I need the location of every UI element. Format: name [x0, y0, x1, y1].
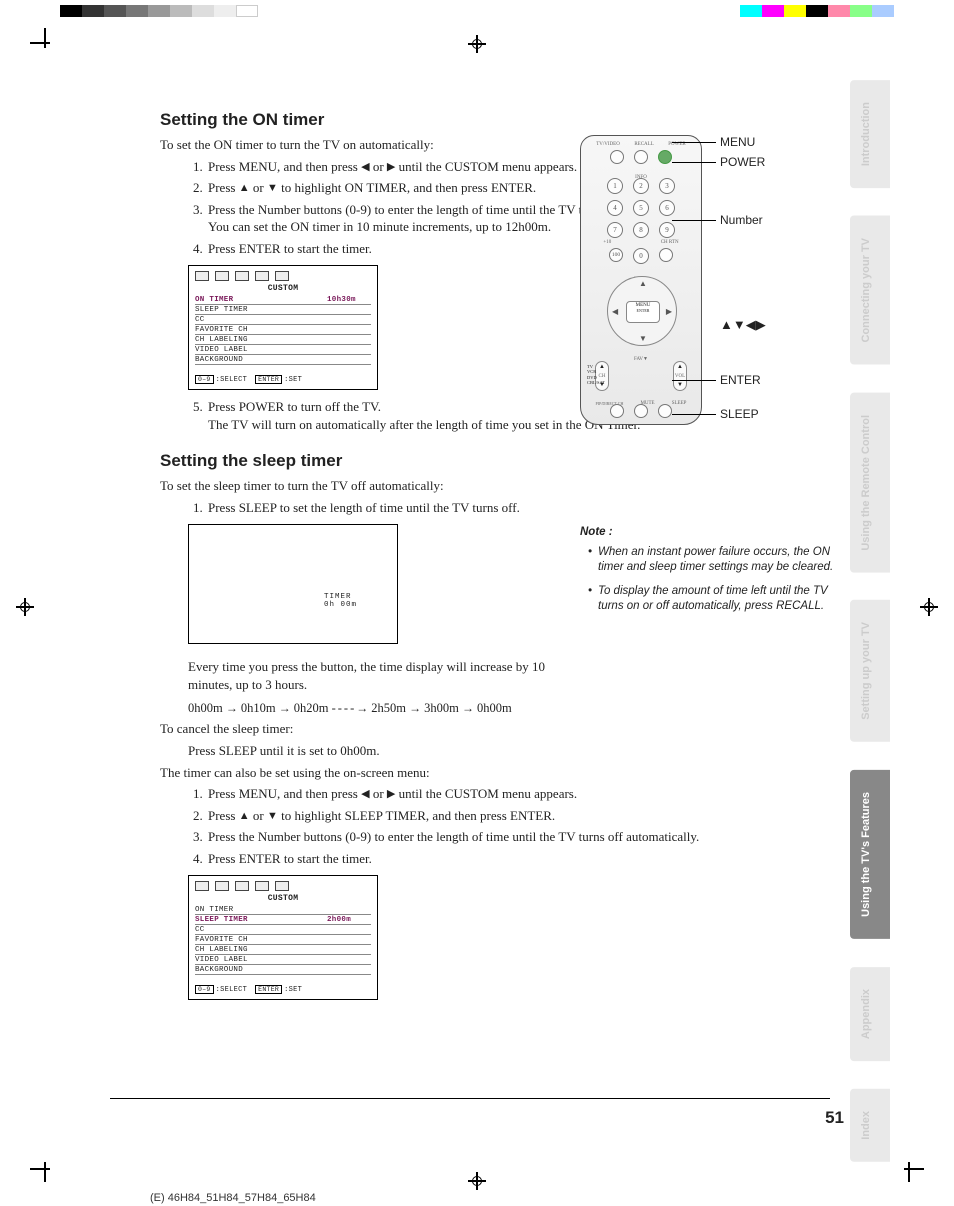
tab-introduction: Introduction [850, 80, 890, 188]
callout-enter: ENTER [720, 373, 761, 387]
tab-remote: Using the Remote Control [850, 393, 890, 573]
osd-sleep-timer: CUSTOM ON TIMER SLEEP TIMER2h00m CC FAVO… [188, 875, 378, 1000]
cancel-step: Press SLEEP until it is set to 0h00m. [188, 742, 800, 760]
callout-arrows: ▲▼◀▶ [720, 317, 766, 333]
footer-rule [110, 1098, 830, 1099]
callout-menu: MENU [720, 135, 755, 149]
note-block: Note : When an instant power failure occ… [580, 525, 840, 615]
osm-step-3: Press the Number buttons (0-9) to enter … [206, 828, 800, 846]
osm-step-1: Press MENU, and then press ◀ or ▶ until … [206, 785, 800, 803]
print-color-bar [0, 5, 954, 17]
registration-mark-right [920, 598, 938, 616]
crop-bottom-left [30, 1168, 60, 1198]
power-button-icon [658, 150, 672, 164]
heading-on-timer: Setting the ON timer [160, 110, 800, 130]
sleep-sequence: 0h00m → 0h10m → 0h20m ----→ 2h50m → 3h00… [188, 700, 800, 717]
osd2-title: CUSTOM [189, 893, 377, 905]
dpad-icon: ▲ ▼ ◀ ▶ MENUENTER [607, 276, 677, 346]
tab-appendix: Appendix [850, 967, 890, 1061]
crop-top-left [30, 28, 60, 58]
tab-connecting: Connecting your TV [850, 216, 890, 365]
tab-setting-up: Setting up your TV [850, 600, 890, 742]
cancel-intro: To cancel the sleep timer: [160, 720, 800, 738]
crop-bottom-right [894, 1168, 924, 1198]
note-1: When an instant power failure occurs, th… [588, 545, 840, 576]
tab-index: Index [850, 1089, 890, 1162]
note-2: To display the amount of time left until… [588, 584, 840, 615]
registration-mark-left [16, 598, 34, 616]
tab-features: Using the TV's Features [850, 770, 890, 939]
osd1-title: CUSTOM [189, 283, 377, 295]
osd-timer-box: TIMER0h 00m [188, 524, 398, 644]
sleep-button-icon [658, 404, 672, 418]
callout-power: POWER [720, 155, 765, 169]
footer-model: (E) 46H84_51H84_57H84_65H84 [150, 1192, 316, 1204]
registration-mark-bottom [468, 1172, 486, 1190]
osd-on-timer: CUSTOM ON TIMER10h30m SLEEP TIMER CC FAV… [188, 265, 378, 390]
page-number: 51 [825, 1108, 844, 1128]
osm-step-4: Press ENTER to start the timer. [206, 850, 800, 868]
note-heading: Note : [580, 525, 840, 541]
callout-number: Number [720, 213, 763, 227]
section-tabs: Introduction Connecting your TV Using th… [850, 80, 890, 1162]
osm-step-2: Press ▲ or ▼ to highlight SLEEP TIMER, a… [206, 807, 800, 825]
sleep-after-box: Every time you press the button, the tim… [188, 658, 558, 693]
osm-intro: The timer can also be set using the on-s… [160, 764, 800, 782]
registration-mark-top [468, 35, 486, 53]
remote-diagram: TV/VIDEO RECALL POWER INFO 123 456 789 +… [580, 135, 840, 435]
callout-sleep: SLEEP [720, 407, 759, 421]
